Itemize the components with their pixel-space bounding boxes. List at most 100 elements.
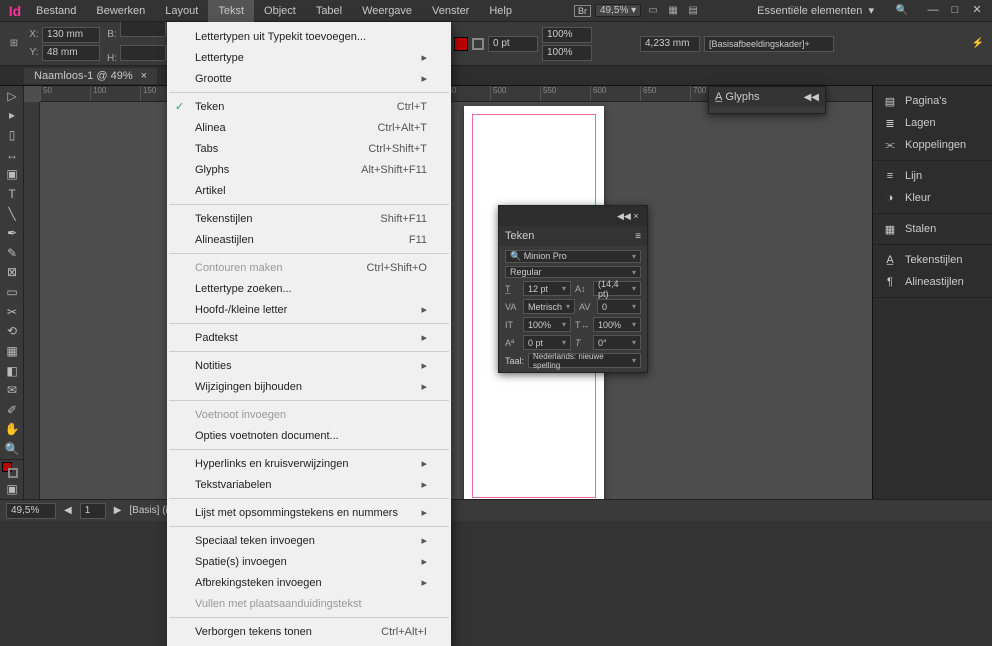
panel-tab-stalen[interactable]: ▦Stalen: [873, 218, 992, 240]
menu-bewerken[interactable]: Bewerken: [86, 0, 155, 22]
close-icon[interactable]: ×: [631, 211, 641, 221]
gap-tool[interactable]: ↔: [0, 145, 24, 165]
menu-item[interactable]: Artikel: [167, 180, 451, 201]
menu-item[interactable]: Spatie(s) invoegen▸: [167, 551, 451, 572]
content-collector-tool[interactable]: ▣: [0, 165, 24, 185]
gradient-swatch-tool[interactable]: ▦: [0, 341, 24, 361]
menu-item[interactable]: Grootte▸: [167, 68, 451, 89]
reference-point-icon[interactable]: ⊞: [6, 36, 22, 52]
scissors-tool[interactable]: ✂: [0, 302, 24, 322]
font-size-field[interactable]: 12 pt: [523, 281, 571, 296]
menu-item[interactable]: Notities▸: [167, 355, 451, 376]
baseline-field[interactable]: 0 pt: [523, 335, 571, 350]
lightning-icon[interactable]: ⚡: [970, 36, 986, 52]
skew-field[interactable]: 0°: [593, 335, 641, 350]
selection-tool[interactable]: ▷: [0, 86, 24, 106]
menu-item[interactable]: Lijst met opsommingstekens en nummers▸: [167, 502, 451, 523]
window-maximize[interactable]: □: [944, 3, 966, 19]
status-page[interactable]: 1: [80, 503, 106, 519]
hscale-field[interactable]: 100%: [593, 317, 641, 332]
stroke-weight[interactable]: 0 pt: [488, 36, 538, 52]
view-mode-icon[interactable]: ▦: [665, 3, 681, 19]
arrange-icon[interactable]: ▤: [685, 3, 701, 19]
panel-tab-lijn[interactable]: ≡Lijn: [873, 165, 992, 187]
eyedropper-tool[interactable]: ✐: [0, 400, 24, 420]
zoom-tool[interactable]: 🔍: [0, 439, 24, 459]
menu-item[interactable]: Verborgen tekens tonenCtrl+Alt+I: [167, 621, 451, 642]
menu-item[interactable]: Opties voetnoten document...: [167, 425, 451, 446]
stroke-swatch[interactable]: [472, 38, 484, 50]
menu-item[interactable]: AlineaCtrl+Alt+T: [167, 117, 451, 138]
page-tool[interactable]: ▯: [0, 125, 24, 145]
workspace-switcher[interactable]: Essentiële elementen ▾: [757, 4, 874, 17]
pen-tool[interactable]: ✒: [0, 223, 24, 243]
language-field[interactable]: Nederlands: nieuwe spelling: [528, 353, 641, 368]
font-style-field[interactable]: Regular: [505, 266, 641, 278]
fill-stroke-toggle[interactable]: [0, 460, 24, 480]
glyphs-panel[interactable]: A̲ Glyphs ◀◀: [708, 86, 826, 114]
leading-field[interactable]: (14,4 pt): [593, 281, 641, 296]
teken-panel[interactable]: ◀◀ × Teken ≡ 🔍 Minion Pro Regular T̲ 12 …: [498, 205, 648, 373]
close-icon[interactable]: ×: [141, 70, 147, 82]
menu-item[interactable]: Wijzigingen bijhouden▸: [167, 376, 451, 397]
y-field[interactable]: 48 mm: [42, 45, 100, 61]
direct-selection-tool[interactable]: ▸: [0, 106, 24, 126]
menu-venster[interactable]: Venster: [422, 0, 479, 22]
zoom-level[interactable]: 49,5% ▾: [595, 4, 641, 17]
menu-item[interactable]: Tekstvariabelen▸: [167, 474, 451, 495]
h-field[interactable]: [120, 45, 166, 61]
menu-bestand[interactable]: Bestand: [26, 0, 86, 22]
panel-tab-alineastijlen[interactable]: ¶Alineastijlen: [873, 271, 992, 293]
menu-item[interactable]: Lettertypen uit Typekit toevoegen...: [167, 26, 451, 47]
document-tab[interactable]: Naamloos-1 @ 49% ×: [24, 68, 157, 84]
font-family-field[interactable]: 🔍 Minion Pro: [505, 250, 641, 263]
type-tool[interactable]: T: [0, 184, 24, 204]
tekst-menu-dropdown[interactable]: Lettertypen uit Typekit toevoegen...Lett…: [167, 22, 451, 646]
menu-layout[interactable]: Layout: [155, 0, 208, 22]
search-icon[interactable]: 🔍: [894, 3, 910, 19]
scale-x[interactable]: 100%: [542, 27, 592, 43]
panel-collapse-icon[interactable]: ◀◀: [617, 211, 627, 222]
menu-item[interactable]: Afbrekingsteken invoegen▸: [167, 572, 451, 593]
menu-item[interactable]: Lettertype▸: [167, 47, 451, 68]
menu-tabel[interactable]: Tabel: [306, 0, 352, 22]
menu-item[interactable]: AlineastijlenF11: [167, 229, 451, 250]
vscale-field[interactable]: 100%: [523, 317, 571, 332]
object-style[interactable]: [Basisafbeeldingskader]+: [704, 36, 834, 52]
kerning-field[interactable]: Metrisch: [523, 299, 575, 314]
panel-menu-icon[interactable]: ≡: [635, 231, 641, 242]
menu-item[interactable]: Speciaal teken invoegen▸: [167, 530, 451, 551]
panel-tab-koppelingen[interactable]: ⫘Koppelingen: [873, 134, 992, 156]
status-zoom[interactable]: 49,5%: [6, 503, 56, 519]
tracking-field[interactable]: 0: [597, 299, 641, 314]
corner-radius[interactable]: 4,233 mm: [640, 36, 700, 52]
scale-y[interactable]: 100%: [542, 45, 592, 61]
window-minimize[interactable]: —: [922, 3, 944, 19]
panel-tab-kleur[interactable]: ◑Kleur: [873, 187, 992, 209]
menu-tekst[interactable]: Tekst: [208, 0, 254, 22]
menu-item[interactable]: TekenstijlenShift+F11: [167, 208, 451, 229]
rectangle-frame-tool[interactable]: ⊠: [0, 263, 24, 283]
w-field[interactable]: [120, 22, 166, 37]
gradient-feather-tool[interactable]: ◧: [0, 361, 24, 381]
pencil-tool[interactable]: ✎: [0, 243, 24, 263]
menu-object[interactable]: Object: [254, 0, 306, 22]
fill-swatch[interactable]: [454, 37, 468, 51]
menu-item[interactable]: ✓TekenCtrl+T: [167, 96, 451, 117]
rectangle-tool[interactable]: ▭: [0, 282, 24, 302]
teken-tab-label[interactable]: Teken: [505, 230, 534, 242]
bridge-button[interactable]: Br: [574, 5, 591, 17]
view-mode-toggle[interactable]: ▣: [0, 480, 24, 500]
line-tool[interactable]: ╲: [0, 204, 24, 224]
menu-item[interactable]: Padtekst▸: [167, 327, 451, 348]
note-tool[interactable]: ✉: [0, 380, 24, 400]
window-close[interactable]: ✕: [966, 3, 988, 19]
panel-tab-tekenstijlen[interactable]: A̲Tekenstijlen: [873, 249, 992, 271]
hand-tool[interactable]: ✋: [0, 420, 24, 440]
menu-weergave[interactable]: Weergave: [352, 0, 422, 22]
menu-help[interactable]: Help: [479, 0, 522, 22]
panel-tab-lagen[interactable]: ≣Lagen: [873, 112, 992, 134]
x-field[interactable]: 130 mm: [42, 27, 100, 43]
free-transform-tool[interactable]: ⟲: [0, 322, 24, 342]
panel-tab-pagina's[interactable]: ▤Pagina's: [873, 90, 992, 112]
